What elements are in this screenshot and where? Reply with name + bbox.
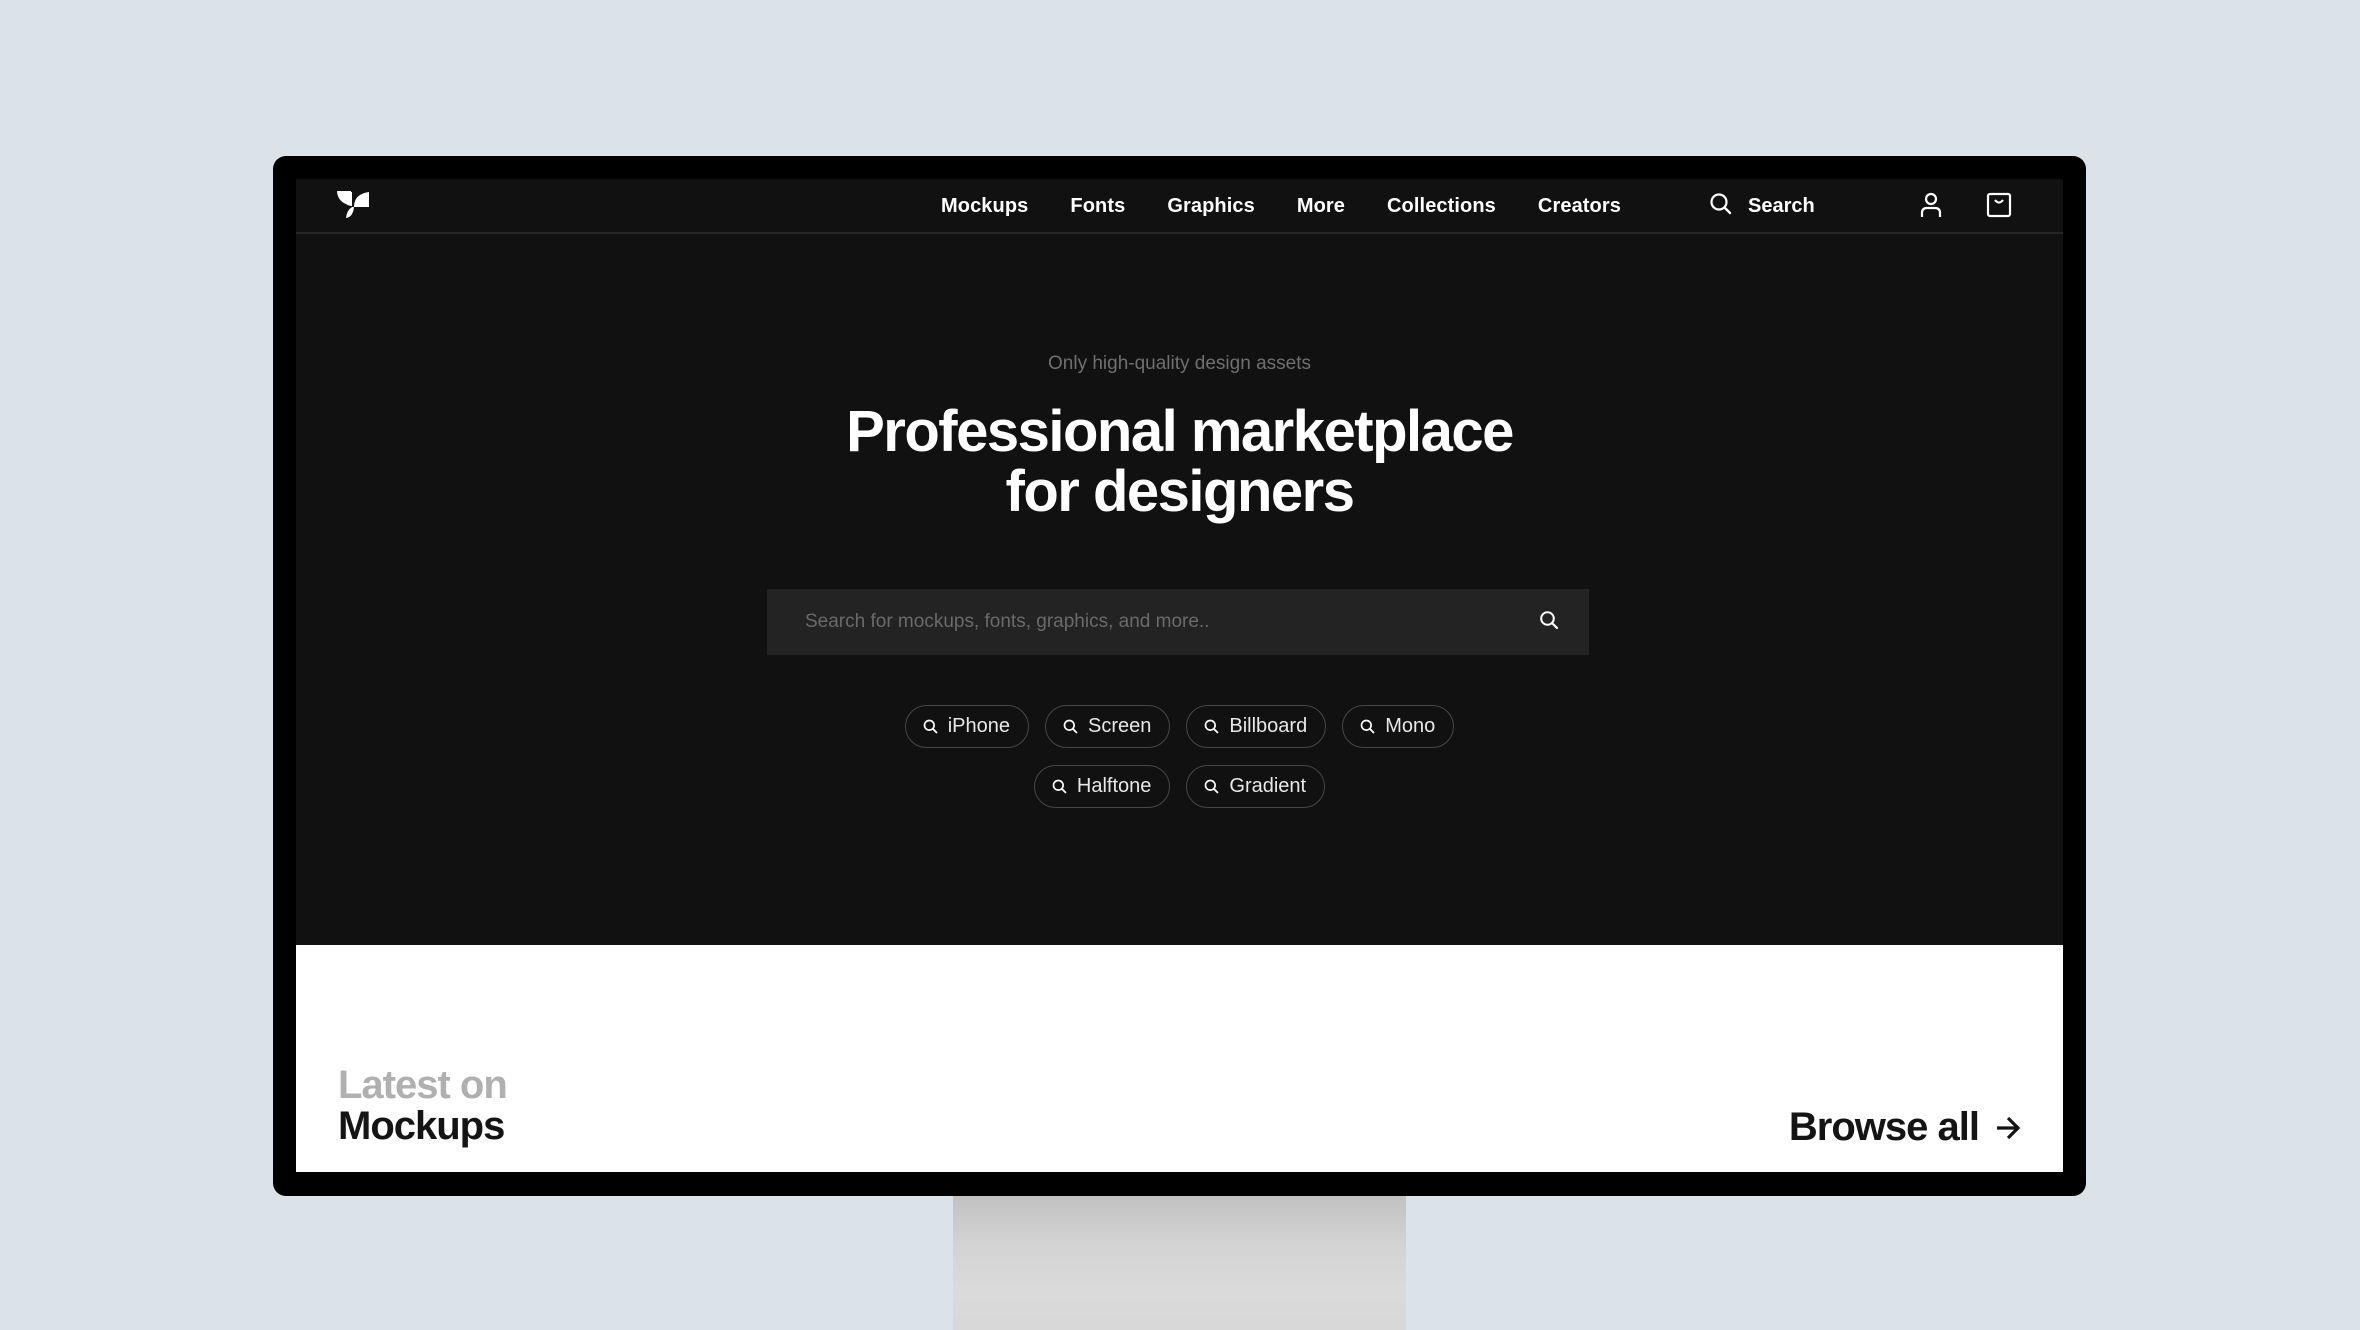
suggestion-chip-mono[interactable]: Mono bbox=[1342, 705, 1455, 748]
cart-button[interactable] bbox=[1984, 192, 2014, 222]
search-icon bbox=[1052, 779, 1067, 794]
search-icon bbox=[923, 719, 938, 734]
suggestion-chip-billboard[interactable]: Billboard bbox=[1186, 705, 1327, 748]
brand-logo-icon[interactable] bbox=[337, 191, 371, 219]
search-icon bbox=[1205, 719, 1219, 734]
latest-heading: Latest on Mockups bbox=[338, 1063, 508, 1148]
suggestion-chips-row-2: Halftone Gradient bbox=[296, 765, 2063, 808]
hero-title-line-1: Professional marketplace bbox=[846, 399, 1514, 464]
monitor-stand bbox=[953, 1190, 1406, 1330]
primary-nav: Mockups Fonts Graphics More Collections … bbox=[941, 179, 1663, 234]
chip-label: Gradient bbox=[1229, 775, 1307, 797]
suggestion-chip-iphone[interactable]: iPhone bbox=[904, 705, 1030, 748]
chip-label: Halftone bbox=[1076, 775, 1152, 797]
account-button[interactable] bbox=[1916, 192, 1946, 222]
latest-heading-category: Mockups bbox=[338, 1104, 505, 1148]
hero-title-line-2: for designers bbox=[1005, 459, 1355, 524]
hero-title: Professional marketplace for designers bbox=[296, 402, 2063, 522]
bag-icon bbox=[1986, 192, 2012, 223]
website-screen: Mockups Fonts Graphics More Collections … bbox=[296, 179, 2063, 1172]
search-icon bbox=[1709, 192, 1733, 221]
chip-label: Billboard bbox=[1229, 715, 1308, 737]
chip-label: Screen bbox=[1088, 715, 1152, 737]
nav-link-fonts[interactable]: Fonts bbox=[1070, 195, 1125, 218]
hero-tagline: Only high-quality design assets bbox=[1048, 353, 1311, 374]
search-icon bbox=[1205, 779, 1219, 794]
nav-link-graphics[interactable]: Graphics bbox=[1167, 195, 1255, 218]
latest-section: Latest on Mockups Browse all bbox=[296, 945, 2063, 1172]
nav-link-more[interactable]: More bbox=[1297, 195, 1345, 218]
arrow-right-icon bbox=[1997, 1116, 2021, 1139]
hero-search-bar bbox=[767, 589, 1589, 655]
latest-heading-prefix: Latest on bbox=[338, 1063, 508, 1107]
hero-search-submit[interactable] bbox=[1519, 589, 1579, 655]
chip-label: iPhone bbox=[947, 715, 1011, 737]
browse-all-label: Browse all bbox=[1788, 1105, 1980, 1149]
suggestion-chips-row-1: iPhone Screen Billboard Mono bbox=[296, 705, 2063, 748]
nav-link-collections[interactable]: Collections bbox=[1387, 195, 1496, 218]
suggestion-chip-screen[interactable]: Screen bbox=[1045, 705, 1171, 748]
chip-label: Mono bbox=[1385, 715, 1436, 737]
suggestion-chip-gradient[interactable]: Gradient bbox=[1186, 765, 1326, 808]
user-icon bbox=[1919, 192, 1943, 223]
hero-search-input[interactable] bbox=[767, 610, 1519, 634]
top-navigation: Mockups Fonts Graphics More Collections … bbox=[296, 179, 2063, 234]
suggestion-chip-halftone[interactable]: Halftone bbox=[1033, 765, 1171, 808]
search-icon bbox=[1360, 719, 1375, 734]
nav-search-label: Search bbox=[1748, 195, 1815, 217]
search-icon bbox=[1539, 610, 1559, 635]
nav-search-button[interactable]: Search bbox=[1709, 179, 1815, 234]
search-icon bbox=[1063, 719, 1078, 734]
nav-link-creators[interactable]: Creators bbox=[1538, 195, 1621, 218]
browse-all-link[interactable]: Browse all bbox=[1789, 1105, 2021, 1150]
nav-link-mockups[interactable]: Mockups bbox=[941, 195, 1028, 218]
